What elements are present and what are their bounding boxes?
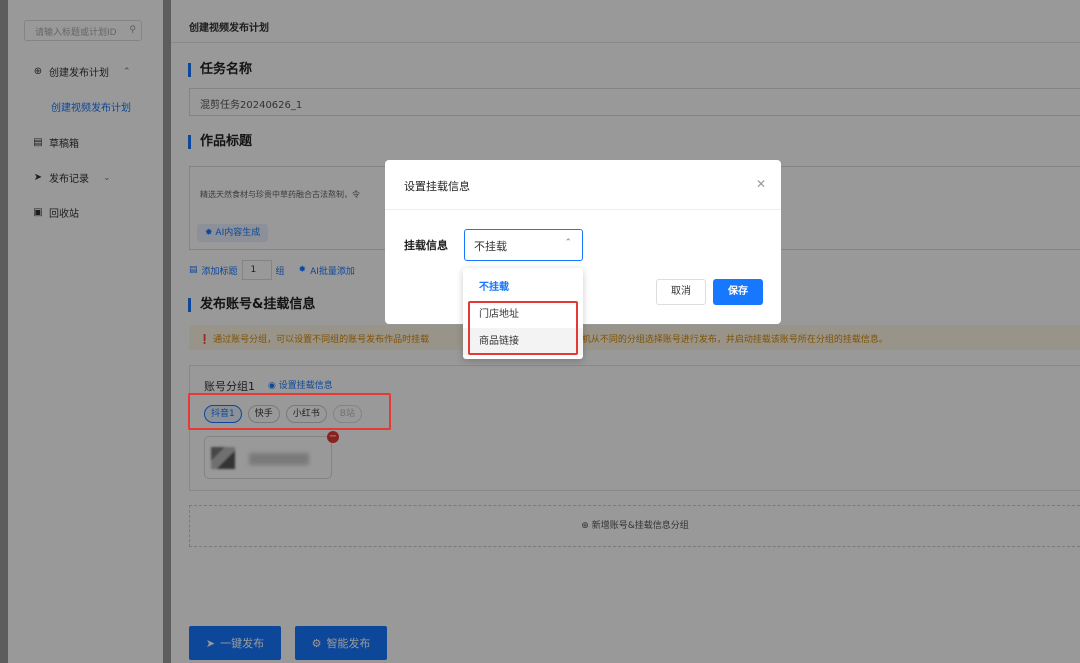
option-no-mount[interactable]: 不挂载 [463,274,583,301]
chevron-up-icon: ⌃ [564,238,572,248]
mount-info-select[interactable]: 不挂载 ⌃ [464,229,583,261]
cancel-button[interactable]: 取消 [656,279,706,305]
save-button[interactable]: 保存 [713,279,763,305]
mount-info-label: 挂载信息 [404,239,448,252]
modal-title: 设置挂载信息 [404,180,470,193]
highlight-box-options [468,301,578,355]
highlight-box-platforms [188,393,391,430]
select-value: 不挂载 [474,240,507,253]
modal-divider [385,209,781,210]
mount-info-modal: 设置挂载信息 ✕ 挂载信息 不挂载 ⌃ 取消 保存 [385,160,781,324]
close-icon[interactable]: ✕ [756,177,766,191]
